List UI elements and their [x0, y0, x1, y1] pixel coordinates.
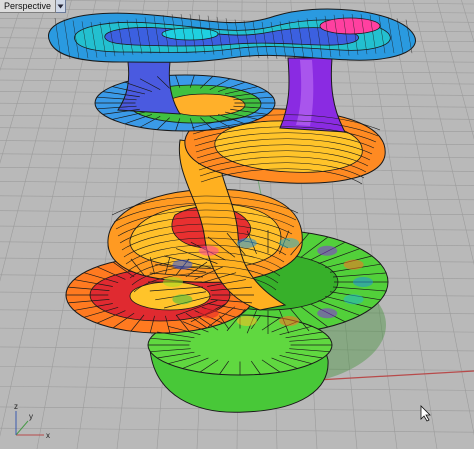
- mouse-cursor: [420, 405, 431, 422]
- axis-z-label: z: [14, 402, 18, 411]
- color-patch: [198, 308, 219, 319]
- grid-line: [436, 0, 474, 140]
- triangle-down-icon: [57, 4, 64, 8]
- color-patch: [163, 277, 183, 287]
- color-patch: [279, 315, 300, 326]
- surface-model[interactable]: [48, 8, 416, 413]
- color-patch: [198, 245, 219, 256]
- viewport-title-label[interactable]: Perspective: [0, 0, 57, 13]
- color-patch: [317, 308, 338, 319]
- color-patch: [353, 277, 373, 287]
- axis-y-line: [15, 420, 29, 436]
- color-patch: [343, 259, 364, 270]
- grid-line: [387, 0, 474, 436]
- grid-line: [451, 0, 474, 449]
- viewport-scene[interactable]: x y z: [0, 0, 474, 449]
- grid-line: [0, 0, 14, 449]
- grid-line: [461, 0, 474, 43]
- color-patch: [317, 245, 338, 256]
- viewport-title-tab[interactable]: Perspective: [0, 0, 67, 13]
- grid-line: [0, 181, 474, 186]
- color-patch: [172, 259, 193, 270]
- color-patch: [343, 294, 364, 305]
- top-flange-accent-2: [161, 27, 219, 41]
- grid-line: [0, 57, 474, 63]
- grid-line: [363, 0, 438, 449]
- grid-line: [0, 0, 24, 72]
- grid-line: [0, 0, 35, 449]
- color-patch: [279, 238, 300, 249]
- viewport-menu-button[interactable]: [56, 0, 67, 13]
- color-patch: [172, 294, 193, 305]
- grid-line: [0, 8, 474, 14]
- grid-line: [0, 68, 474, 74]
- grid-line: [339, 0, 398, 449]
- color-patch: [236, 315, 257, 326]
- axis-y-label: y: [29, 412, 33, 421]
- color-patch: [236, 238, 257, 249]
- grid-line: [0, 0, 97, 437]
- axis-x-label: x: [46, 431, 50, 440]
- perspective-viewport[interactable]: x y z Perspective: [0, 0, 474, 449]
- grid-line: [0, 0, 72, 282]
